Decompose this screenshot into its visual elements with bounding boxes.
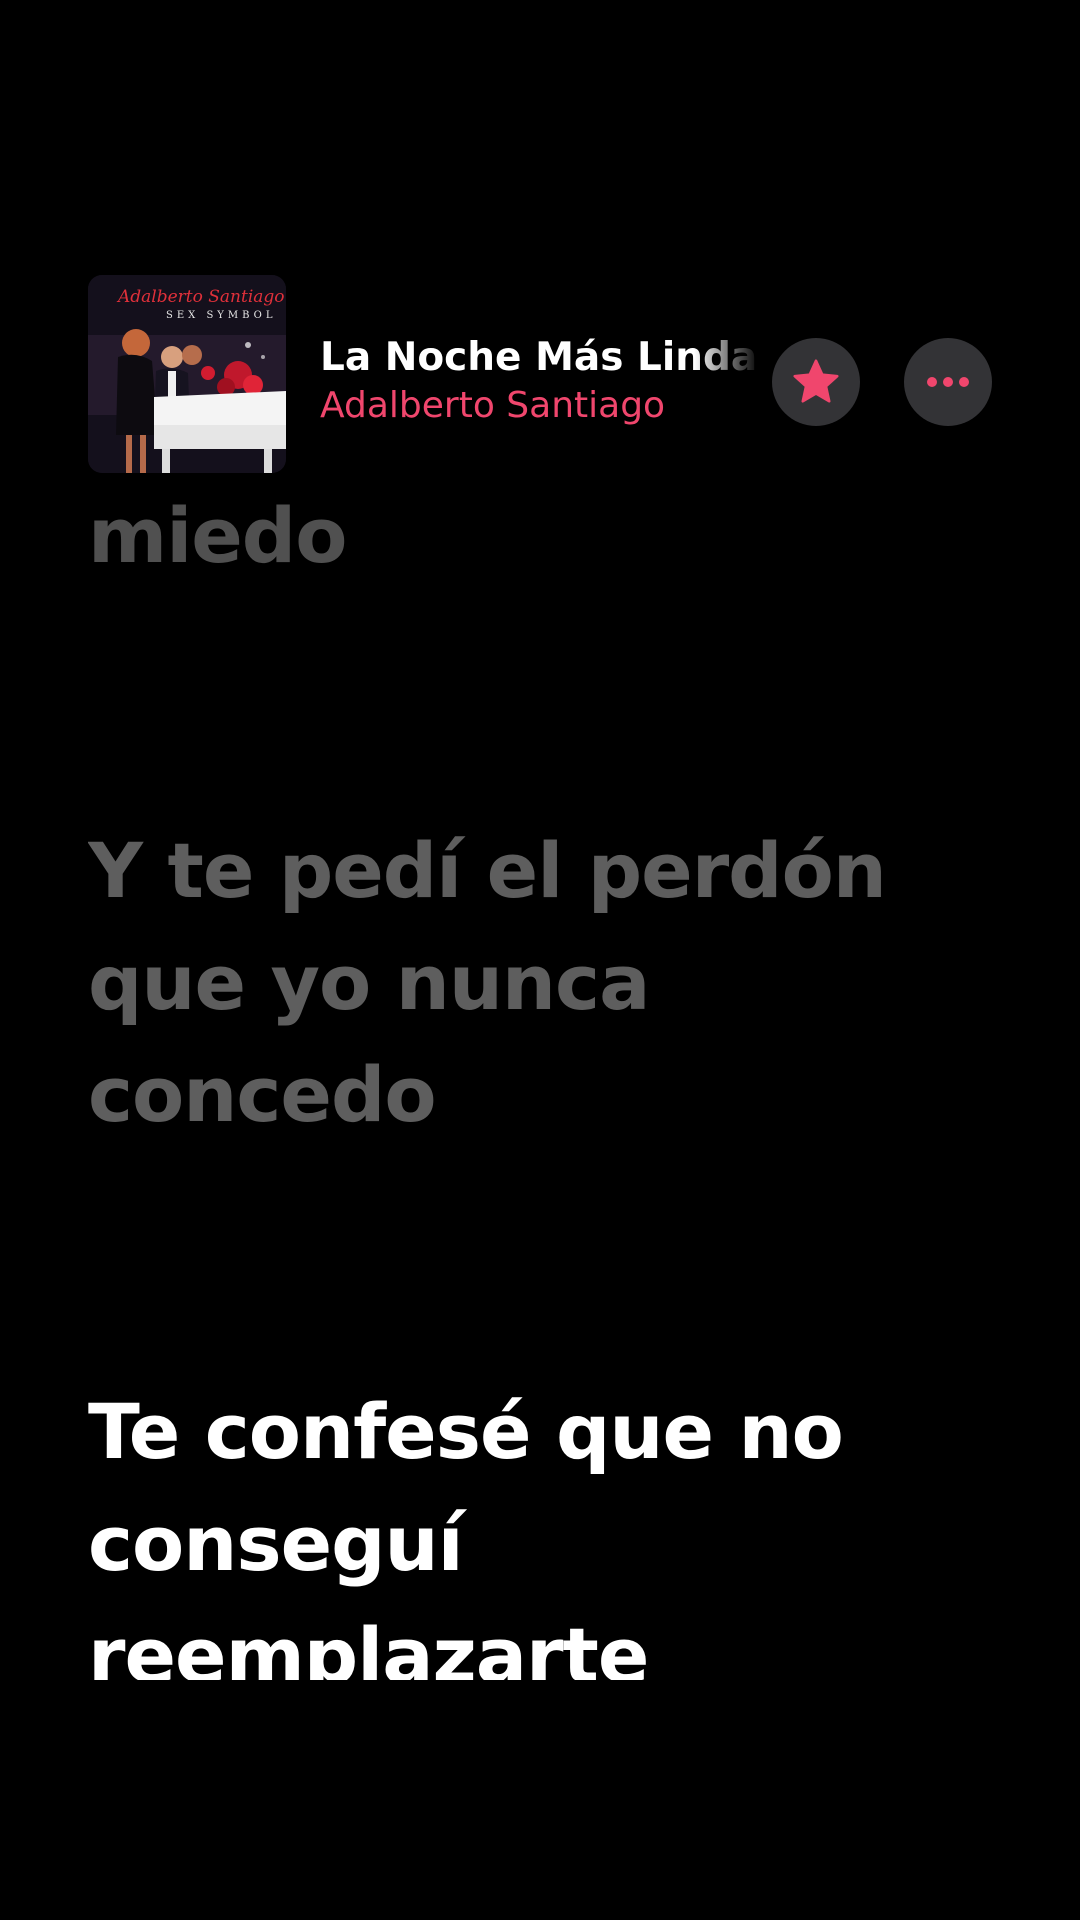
star-icon bbox=[793, 359, 839, 403]
more-options-button[interactable] bbox=[904, 338, 992, 426]
favorite-button[interactable] bbox=[772, 338, 860, 426]
artwork-subtitle-text: SEX SYMBOL bbox=[166, 310, 277, 321]
song-artist[interactable]: Adalberto Santiago bbox=[320, 383, 760, 429]
lyric-line-previous-tail[interactable]: miedo bbox=[88, 480, 1008, 592]
now-playing-header: Adalberto Santiago SEX SYMBOL La Noche M… bbox=[88, 275, 1008, 473]
album-artwork[interactable]: Adalberto Santiago SEX SYMBOL bbox=[88, 275, 286, 473]
song-title: La Noche Más Linda bbox=[320, 335, 758, 380]
lyrics-screen: miedo Y te pedí el perdón que yo nunca c… bbox=[0, 0, 1080, 1920]
ellipsis-icon bbox=[927, 377, 969, 387]
lyric-line-current[interactable]: Te confesé que no conseguí reemplazarte bbox=[88, 1376, 1008, 1680]
artwork-title-text: Adalberto Santiago bbox=[118, 287, 285, 307]
song-info[interactable]: La Noche Más Linda Adalberto Santiago bbox=[320, 333, 760, 429]
lyric-line-previous[interactable]: Y te pedí el perdón que yo nunca concedo bbox=[88, 815, 1008, 1151]
lyrics-view[interactable]: miedo Y te pedí el perdón que yo nunca c… bbox=[88, 0, 1008, 1680]
